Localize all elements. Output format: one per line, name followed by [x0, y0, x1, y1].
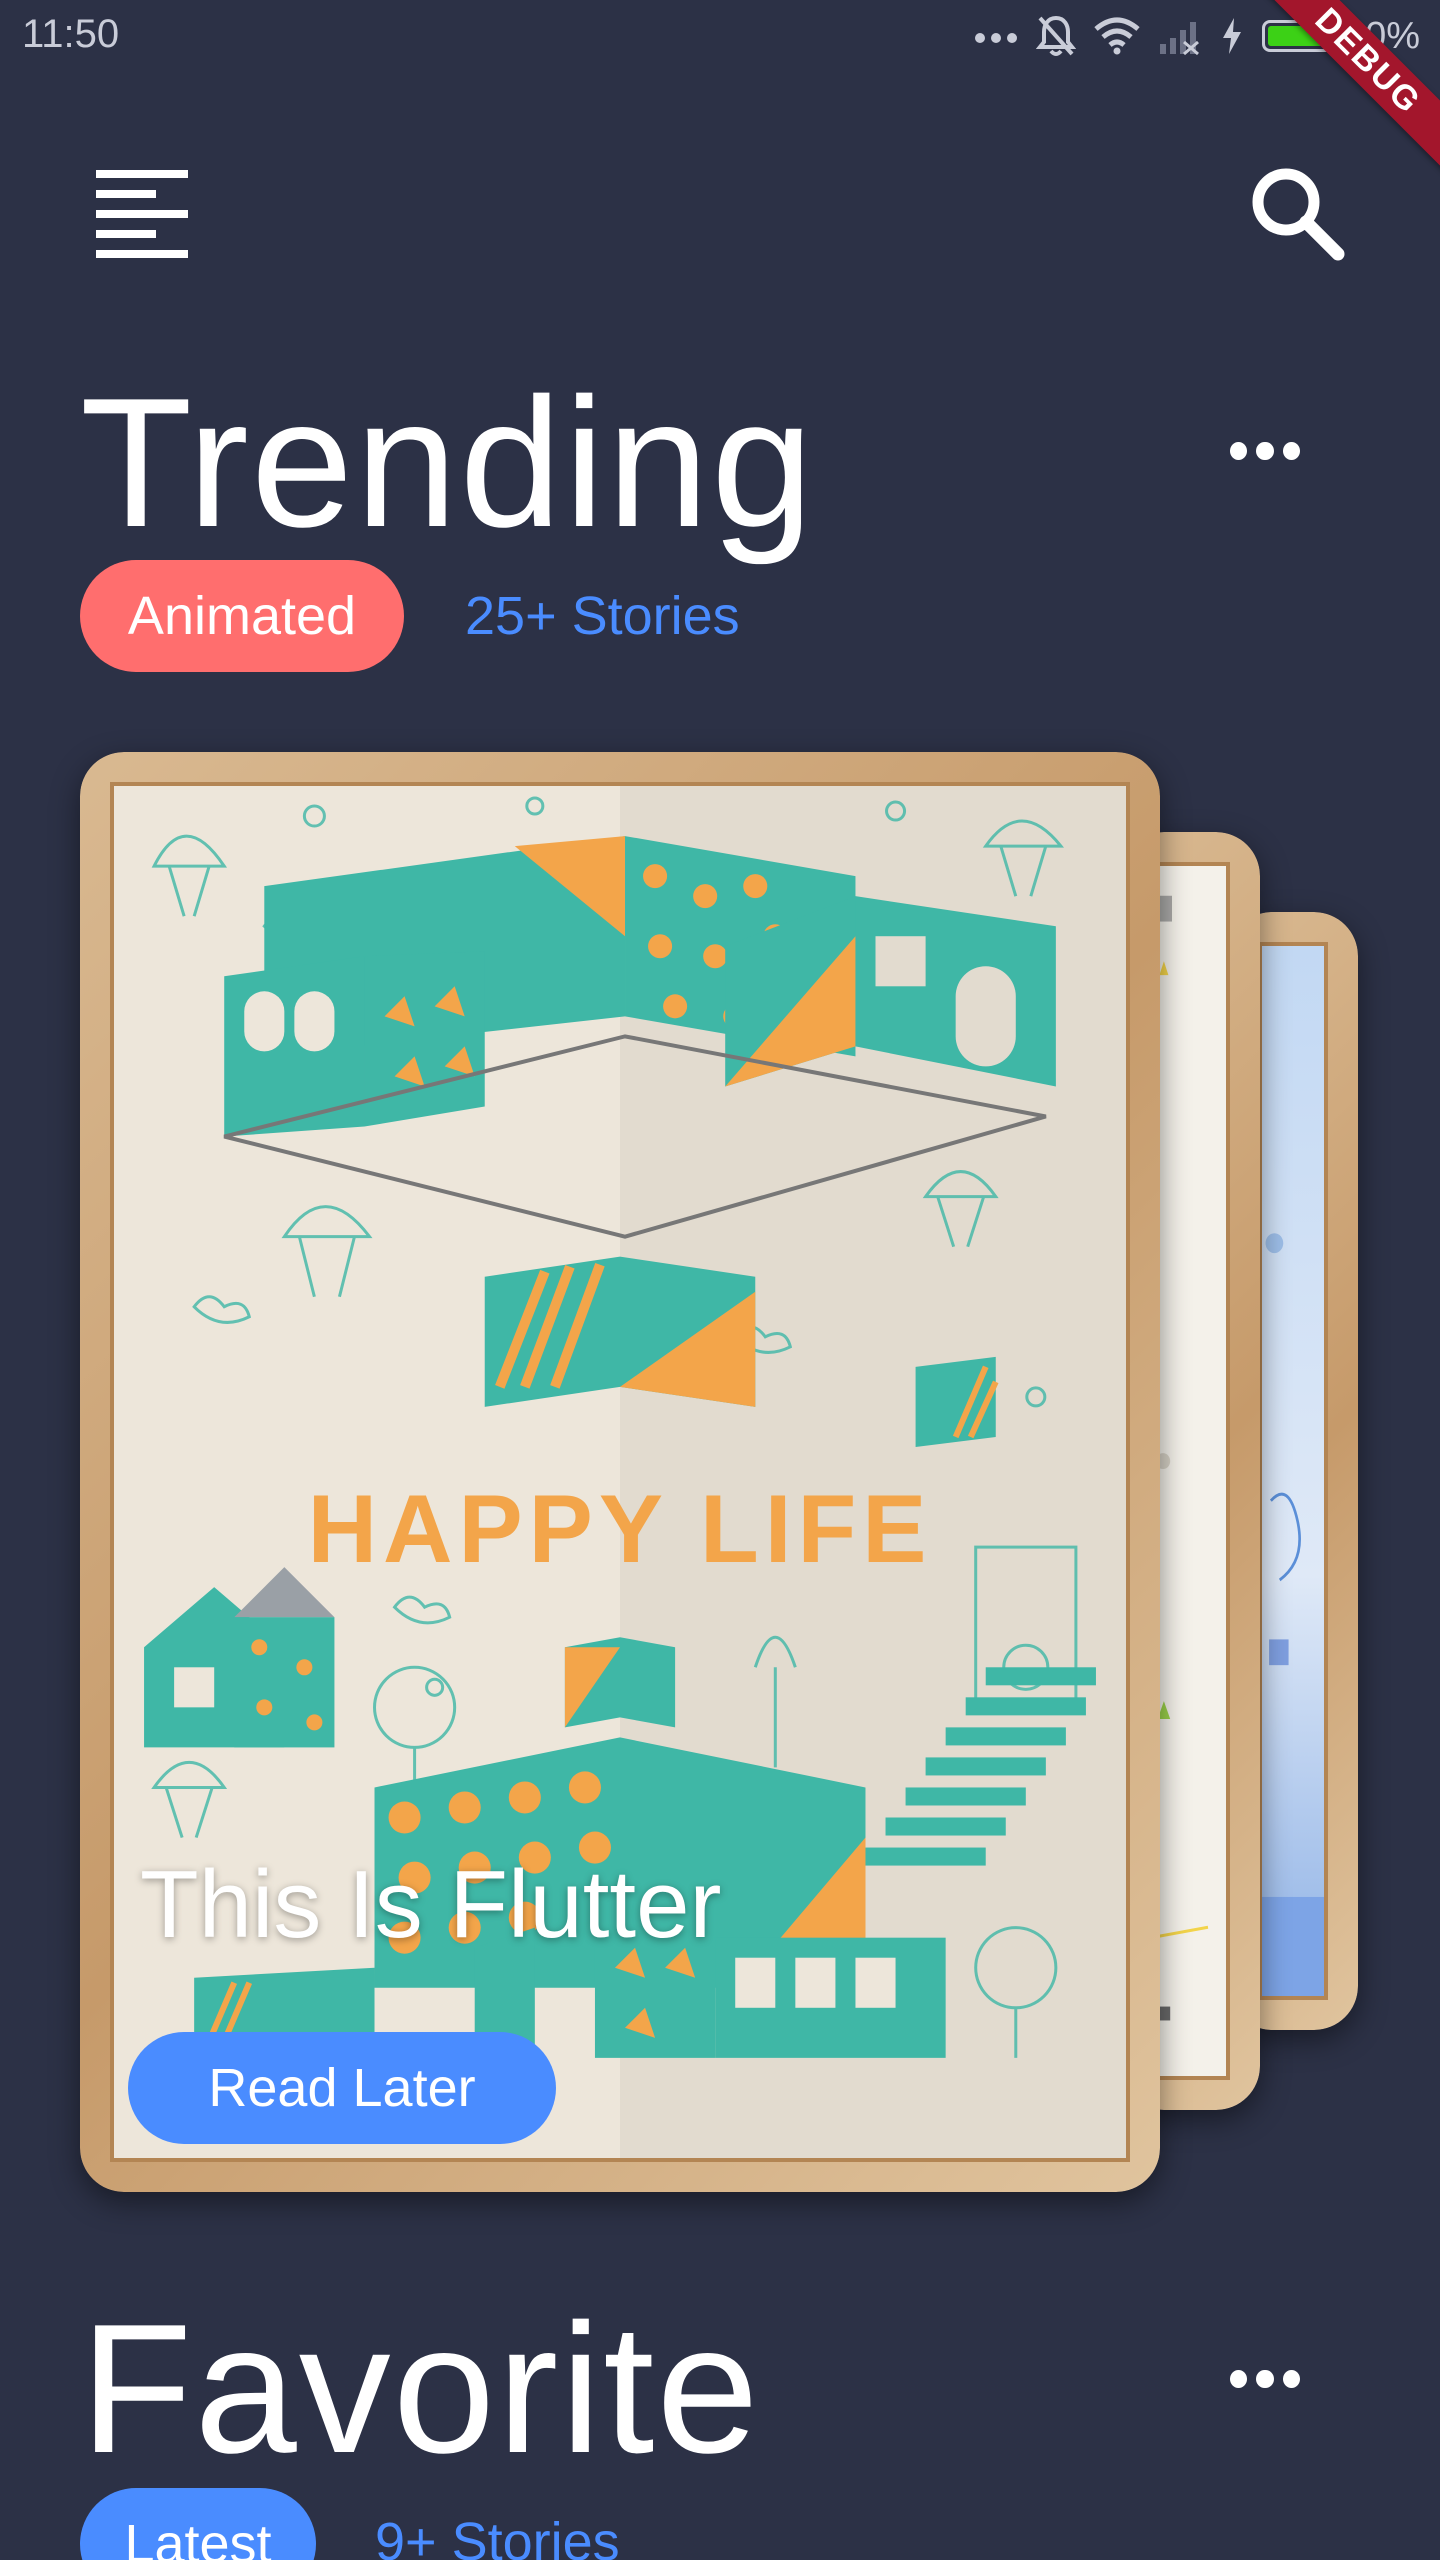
status-time: 11:50 [22, 12, 120, 56]
featured-story-card[interactable]: HAPPY LIFE [80, 752, 1160, 2192]
menu-lines-icon [96, 170, 188, 258]
wifi-icon [1094, 17, 1140, 55]
status-bar: 11:50 90% [0, 0, 1440, 72]
featured-card-title: This Is Flutter [140, 1851, 722, 1958]
svg-text:HAPPY LIFE: HAPPY LIFE [308, 1476, 933, 1583]
charging-icon [1222, 18, 1241, 54]
menu-button[interactable] [96, 166, 192, 262]
more-dots-icon [974, 33, 1017, 43]
search-button[interactable] [1244, 160, 1354, 270]
search-icon [1252, 168, 1345, 261]
card-art-light [1154, 895, 1209, 2021]
favorite-title: Favorite [80, 2285, 761, 2491]
trending-count: 25+ Stories [465, 586, 740, 646]
read-later-button[interactable]: Read Later [128, 2032, 556, 2144]
card-art-blue [1262, 1233, 1324, 1996]
bell-off-icon [1035, 15, 1076, 56]
no-signal-icon [1159, 22, 1199, 56]
favorite-more-button[interactable] [1230, 2364, 1300, 2394]
favorite-count: 9+ Stories [375, 2512, 620, 2560]
favorite-tag-chip[interactable]: Latest [80, 2488, 316, 2560]
trending-tag-chip[interactable]: Animated [80, 560, 404, 672]
trending-more-button[interactable] [1230, 436, 1300, 466]
trending-title: Trending [80, 359, 816, 565]
